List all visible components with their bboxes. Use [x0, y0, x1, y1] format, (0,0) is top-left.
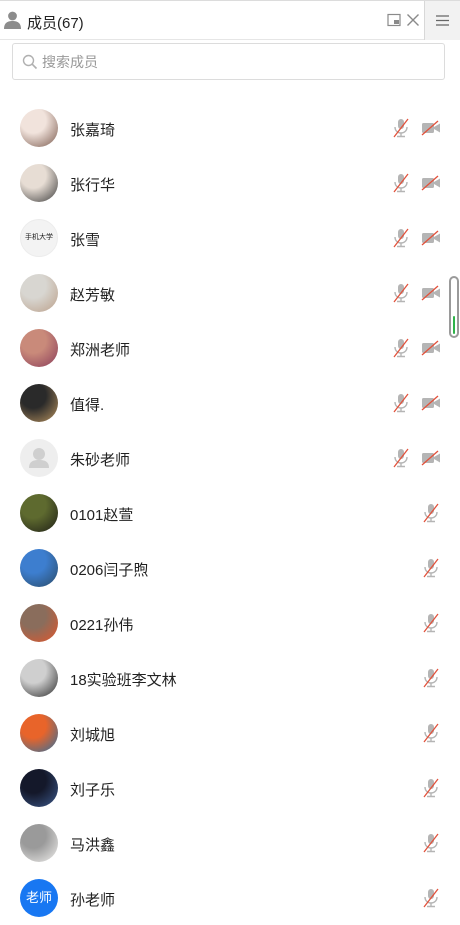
search-input[interactable] [42, 44, 437, 79]
member-name: 18实验班李文林 [70, 672, 177, 689]
members-header: 成员(67) [0, 0, 460, 40]
camera-off-icon[interactable] [421, 285, 441, 301]
mic-muted-icon[interactable] [422, 503, 440, 523]
popout-window-icon[interactable] [387, 13, 402, 28]
mic-muted-icon[interactable] [422, 723, 440, 743]
member-search-box[interactable] [12, 43, 445, 80]
member-name: 值得. [70, 397, 105, 414]
mic-muted-icon[interactable] [392, 338, 410, 358]
hamburger-icon [436, 15, 449, 26]
avatar [20, 769, 58, 807]
camera-off-icon[interactable] [421, 395, 441, 411]
scrollbar[interactable] [449, 276, 459, 338]
member-name: 郑洲老师 [70, 342, 131, 359]
mic-muted-icon[interactable] [392, 118, 410, 138]
mic-muted-icon[interactable] [392, 448, 410, 468]
mic-muted-icon[interactable] [392, 283, 410, 303]
mic-muted-icon[interactable] [392, 228, 410, 248]
member-row[interactable]: 刘子乐 [0, 760, 460, 815]
avatar [20, 164, 58, 202]
member-name: 赵芳敏 [70, 287, 116, 304]
close-icon[interactable] [405, 12, 421, 28]
search-icon [22, 54, 38, 70]
member-name: 张嘉琦 [70, 122, 116, 139]
member-name: 0101赵萱 [70, 507, 134, 524]
avatar [20, 384, 58, 422]
person-icon [4, 11, 21, 29]
scrollbar-thumb[interactable] [453, 316, 455, 334]
member-row[interactable]: 老师 孙老师 [0, 870, 460, 925]
camera-off-icon[interactable] [421, 175, 441, 191]
member-row[interactable]: 刘城旭 [0, 705, 460, 760]
member-row[interactable]: 18实验班李文林 [0, 650, 460, 705]
avatar [20, 824, 58, 862]
member-name: 0221孙伟 [70, 617, 134, 634]
avatar: 手机大学 [20, 219, 58, 257]
avatar [20, 329, 58, 367]
member-name: 张行华 [70, 177, 116, 194]
avatar: 老师 [20, 879, 58, 917]
avatar [20, 439, 58, 477]
member-row[interactable]: 郑洲老师 [0, 320, 460, 375]
avatar [20, 714, 58, 752]
member-name: 刘子乐 [70, 782, 116, 799]
member-row[interactable]: 朱砂老师 [0, 430, 460, 485]
avatar [20, 109, 58, 147]
avatar [20, 274, 58, 312]
member-name: 马洪鑫 [70, 837, 116, 854]
member-row[interactable]: 0101赵萱 [0, 485, 460, 540]
mic-muted-icon[interactable] [392, 173, 410, 193]
member-row[interactable]: 0221孙伟 [0, 595, 460, 650]
avatar [20, 659, 58, 697]
member-list: 张嘉琦张行华手机大学 张雪赵芳敏郑洲老师值得. 朱砂老师 0101赵萱 0206闫子煦 0… [0, 100, 460, 925]
avatar [20, 494, 58, 532]
mic-muted-icon[interactable] [422, 888, 440, 908]
member-name: 朱砂老师 [70, 452, 131, 469]
mic-muted-icon[interactable] [422, 558, 440, 578]
camera-off-icon[interactable] [421, 120, 441, 136]
member-row[interactable]: 0206闫子煦 [0, 540, 460, 595]
member-row[interactable]: 张行华 [0, 155, 460, 210]
member-row[interactable]: 手机大学 张雪 [0, 210, 460, 265]
mic-muted-icon[interactable] [422, 833, 440, 853]
avatar-text: 老师 [25, 890, 52, 905]
menu-button[interactable] [424, 1, 460, 40]
member-row[interactable]: 马洪鑫 [0, 815, 460, 870]
member-row[interactable]: 赵芳敏 [0, 265, 460, 320]
mic-muted-icon[interactable] [392, 393, 410, 413]
member-row[interactable]: 值得. [0, 375, 460, 430]
member-name: 孙老师 [70, 892, 116, 909]
member-name: 刘城旭 [70, 727, 116, 744]
avatar-logo-text: 手机大学 [25, 233, 53, 241]
default-avatar-icon [29, 448, 49, 468]
member-name: 0206闫子煦 [70, 562, 149, 579]
mic-muted-icon[interactable] [422, 613, 440, 633]
mic-muted-icon[interactable] [422, 778, 440, 798]
camera-off-icon[interactable] [421, 450, 441, 466]
member-name: 张雪 [70, 232, 101, 249]
camera-off-icon[interactable] [421, 230, 441, 246]
members-title: 成员(67) [27, 15, 84, 32]
camera-off-icon[interactable] [421, 340, 441, 356]
avatar [20, 604, 58, 642]
avatar [20, 549, 58, 587]
mic-muted-icon[interactable] [422, 668, 440, 688]
member-row[interactable]: 张嘉琦 [0, 100, 460, 155]
